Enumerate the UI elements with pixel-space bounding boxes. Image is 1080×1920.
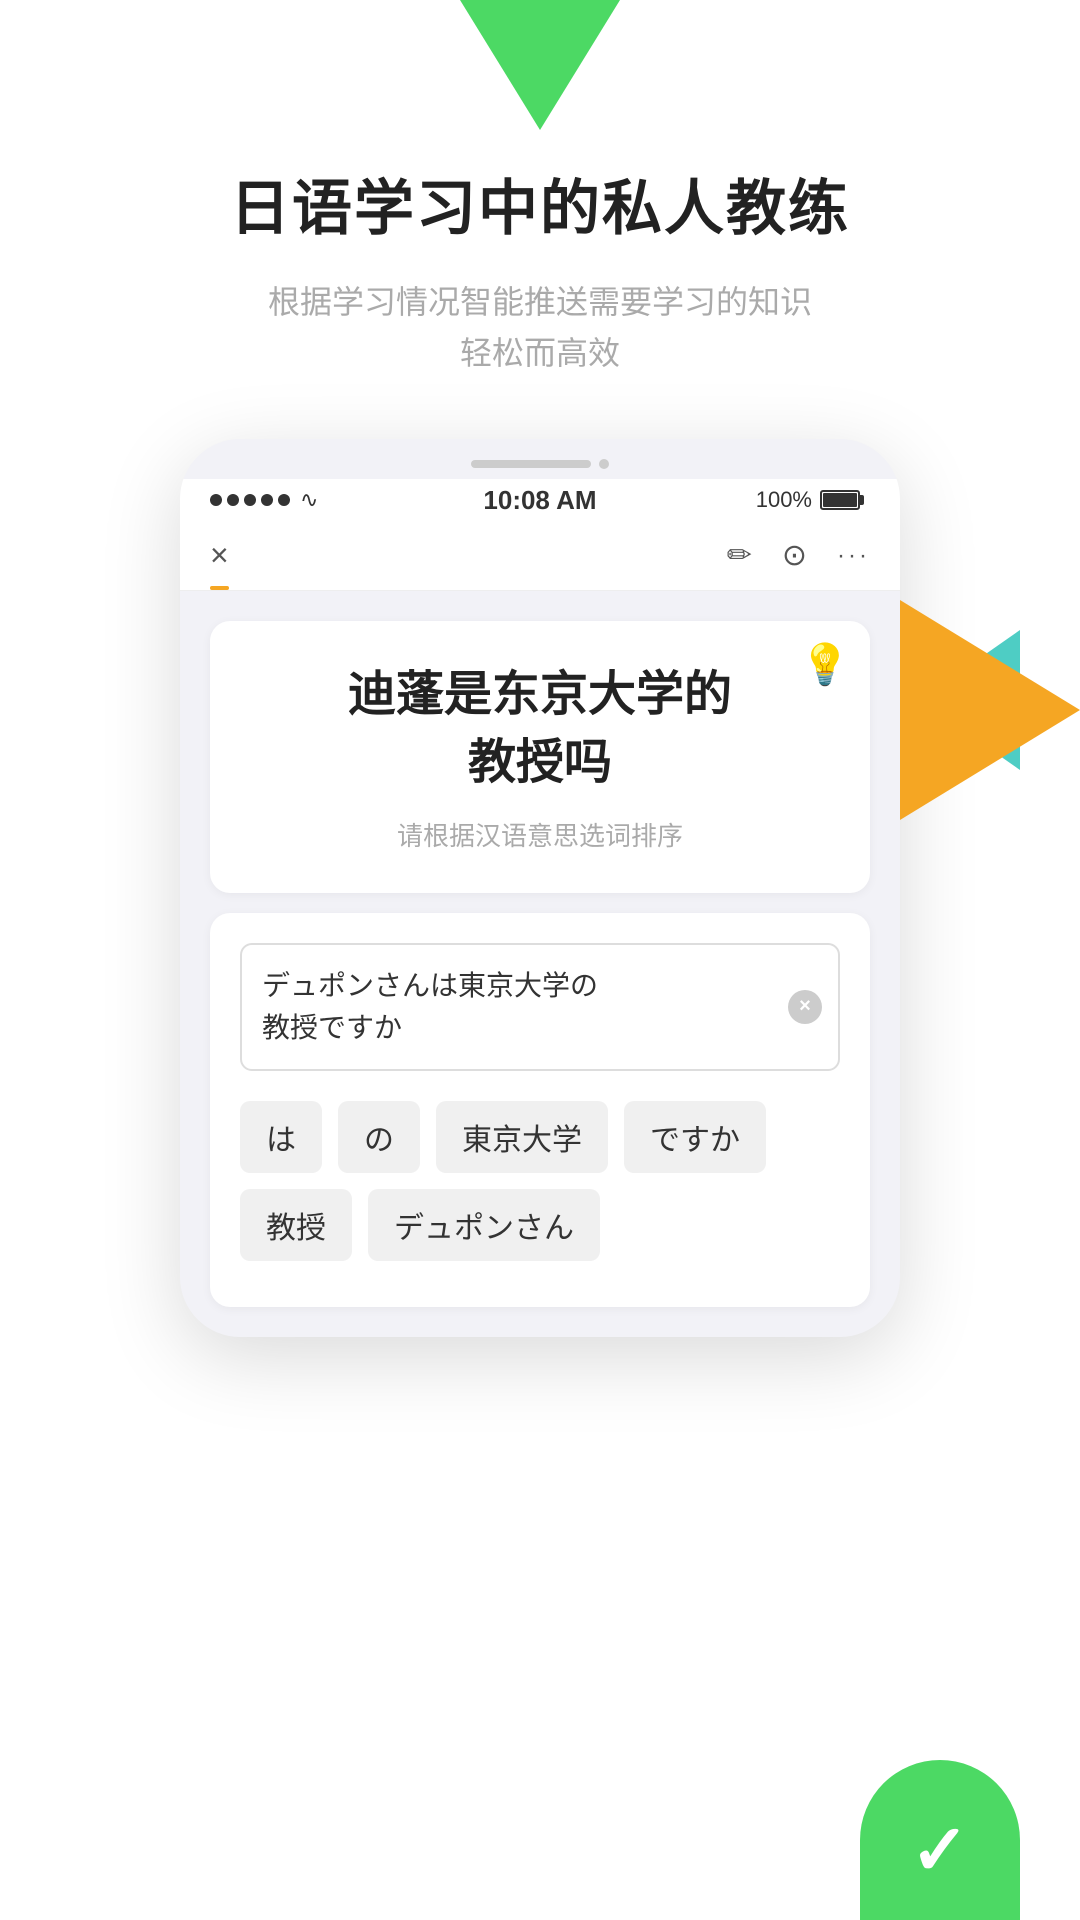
- page-title: 日语学习中的私人教练: [230, 160, 850, 247]
- question-line1: 迪蓬是东京大学的: [348, 668, 732, 721]
- answer-line1: デュポンさんは東京大学の: [262, 970, 598, 1001]
- app-toolbar: × ✏ ⊙ ···: [180, 521, 900, 591]
- word-chip-no[interactable]: の: [338, 1101, 420, 1173]
- toolbar-right-icons: ✏ ⊙ ···: [727, 538, 870, 573]
- signal-dots: [210, 494, 290, 506]
- word-chip-desuka[interactable]: ですか: [624, 1101, 766, 1173]
- scroll-bar: [471, 460, 591, 468]
- question-card: 💡 迪蓬是东京大学的 教授吗 请根据汉语意思选词排序: [210, 621, 870, 892]
- scroll-dot: [599, 459, 609, 469]
- close-button[interactable]: ×: [210, 537, 229, 574]
- edit-icon[interactable]: ✏: [727, 538, 752, 573]
- signal-dot-3: [244, 494, 256, 506]
- clear-button[interactable]: ×: [788, 990, 822, 1024]
- answer-input-text: デュポンさんは東京大学の 教授ですか: [262, 965, 788, 1049]
- main-content: 日语学习中的私人教练 根据学习情况智能推送需要学习的知识 轻松而高效 ∿: [0, 0, 1080, 1920]
- question-line2: 教授吗: [468, 736, 612, 789]
- deco-orange-triangle: [900, 600, 1080, 820]
- app-logo: [460, 0, 620, 130]
- signal-dot-1: [210, 494, 222, 506]
- status-left: ∿: [210, 487, 318, 513]
- scroll-indicator: [180, 439, 900, 479]
- subtitle-line2: 轻松而高效: [460, 335, 620, 371]
- hint-bulb-icon[interactable]: 💡: [800, 641, 850, 688]
- page-subtitle: 根据学习情况智能推送需要学习的知识 轻松而高效: [268, 277, 812, 379]
- answer-line2: 教授ですか: [262, 1012, 402, 1043]
- word-chip-ha[interactable]: は: [240, 1101, 322, 1173]
- battery-icon: [820, 490, 860, 510]
- wifi-icon: ∿: [300, 487, 318, 513]
- signal-dot-4: [261, 494, 273, 506]
- more-button[interactable]: ···: [837, 542, 870, 570]
- battery-fill: [823, 493, 857, 507]
- signal-dot-5: [278, 494, 290, 506]
- battery-text: 100%: [756, 487, 812, 513]
- status-right: 100%: [756, 487, 860, 513]
- status-time: 10:08 AM: [483, 485, 596, 516]
- question-text: 迪蓬是东京大学的 教授吗: [250, 661, 830, 795]
- subtitle-line1: 根据学习情况智能推送需要学习的知识: [268, 284, 812, 320]
- question-hint: 请根据汉语意思选词排序: [250, 816, 830, 853]
- word-chip-tokyodaigaku[interactable]: 東京大学: [436, 1101, 608, 1173]
- word-chips-row2: 教授 デュポンさん: [240, 1189, 840, 1261]
- word-chip-dyuponsan[interactable]: デュポンさん: [368, 1189, 600, 1261]
- word-chip-kyoju[interactable]: 教授: [240, 1189, 352, 1261]
- help-icon[interactable]: ⊙: [782, 538, 807, 573]
- status-bar: ∿ 10:08 AM 100%: [180, 479, 900, 521]
- answer-input-box[interactable]: デュポンさんは東京大学の 教授ですか ×: [240, 943, 840, 1071]
- signal-dot-2: [227, 494, 239, 506]
- deco-check-circle: [860, 1760, 1020, 1920]
- word-chips-row1: は の 東京大学 ですか: [240, 1101, 840, 1173]
- phone-mockup: ∿ 10:08 AM 100% × ✏ ⊙ ··· �: [180, 439, 900, 1336]
- answer-area: デュポンさんは東京大学の 教授ですか × は の 東京大学 ですか 教授 デュポ…: [210, 913, 870, 1307]
